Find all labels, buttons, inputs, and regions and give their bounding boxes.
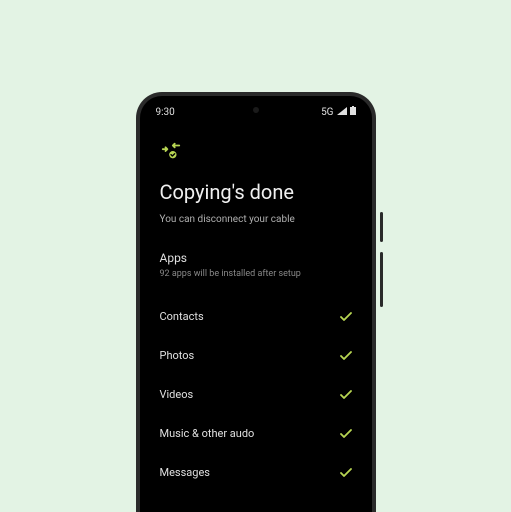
item-label: Photos	[160, 349, 195, 362]
battery-icon	[350, 106, 356, 118]
item-label: Music & other audo	[160, 427, 255, 440]
status-time: 9:30	[156, 107, 175, 118]
item-label: Contacts	[160, 310, 204, 323]
item-label: Messages	[160, 466, 210, 479]
page-subtitle: You can disconnect your cable	[160, 214, 352, 225]
page-title: Copying's done	[160, 180, 352, 204]
check-icon	[340, 307, 352, 326]
list-item: Music & other audo	[160, 414, 352, 453]
status-bar: 9:30 5G	[140, 96, 372, 122]
check-icon	[340, 463, 352, 482]
check-icon	[340, 424, 352, 443]
check-icon	[340, 346, 352, 365]
apps-section-subtitle: 92 apps will be installed after setup	[160, 269, 352, 279]
signal-icon	[337, 107, 347, 118]
item-label: Videos	[160, 388, 194, 401]
status-right: 5G	[321, 106, 355, 118]
network-label: 5G	[321, 107, 333, 118]
list-item: Photos	[160, 336, 352, 375]
phone-frame: 9:30 5G Copying's done	[136, 92, 376, 512]
check-icon	[340, 385, 352, 404]
content: Copying's done You can disconnect your c…	[140, 122, 372, 492]
apps-section-title: Apps	[160, 251, 352, 265]
list-item: Videos	[160, 375, 352, 414]
transfer-done-icon	[160, 140, 352, 166]
list-item: Contacts	[160, 297, 352, 336]
list-item: Messages	[160, 453, 352, 492]
